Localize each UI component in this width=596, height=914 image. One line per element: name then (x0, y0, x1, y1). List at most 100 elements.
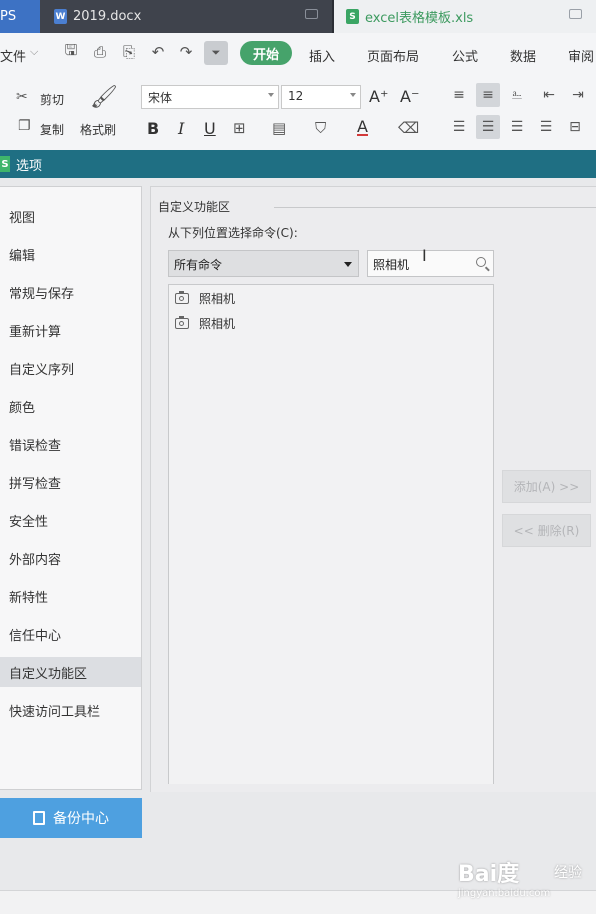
choose-commands-label: 从下列位置选择命令(C): (168, 226, 298, 240)
ribbon: ✂ 剪切 ❐ 复制 🖌 格式刷 宋体 12 A⁺ A⁻ B I U ⊞ ▤ ⛉ … (0, 73, 596, 151)
sheet-icon: S (346, 9, 359, 24)
nav-item-view[interactable]: 视图 (0, 201, 141, 231)
save-icon[interactable]: 🖫 (62, 41, 80, 61)
camera-icon (175, 315, 189, 329)
shrink-font-button[interactable]: A⁻ (400, 87, 419, 106)
fill-pattern-icon[interactable]: ▤ (272, 119, 286, 137)
font-name-select[interactable]: 宋体 (141, 85, 279, 109)
group-divider (274, 207, 596, 208)
nav-item-quick-access-toolbar[interactable]: 快速访问工具栏 (0, 695, 141, 725)
indent-increase-icon[interactable]: ⇥ (566, 83, 590, 107)
scissors-icon[interactable]: ✂ (16, 89, 28, 105)
nav-item-customize-ribbon[interactable]: 自定义功能区 (0, 657, 141, 687)
monitor-icon[interactable] (569, 9, 582, 19)
tab-wps[interactable]: PS (0, 0, 40, 33)
nav-item-trust-center[interactable]: 信任中心 (0, 619, 141, 649)
border-icon[interactable]: ⊞ (233, 119, 246, 137)
align-bottom-icon[interactable]: ⎁ (505, 83, 529, 107)
command-search-input[interactable]: 照相机 (367, 250, 494, 277)
nav-item-recalc[interactable]: 重新计算 (0, 315, 141, 345)
nav-item-security[interactable]: 安全性 (0, 505, 141, 535)
menu-data[interactable]: 数据 (510, 46, 536, 65)
menu-file[interactable]: 文件 (0, 46, 26, 65)
tab-doc-label: 2019.docx (73, 9, 142, 24)
watermark-sub: 经验 (554, 865, 582, 881)
word-icon: W (54, 9, 67, 24)
menu-page-layout[interactable]: 页面布局 (367, 46, 419, 65)
italic-button[interactable]: I (178, 119, 184, 138)
tab-excel-template[interactable]: S excel表格模板.xls (334, 0, 596, 33)
font-size-select[interactable]: 12 (281, 85, 361, 109)
copy-icon[interactable]: ❐ (18, 118, 31, 134)
list-item[interactable]: 照相机 (175, 288, 235, 308)
search-icon[interactable] (476, 257, 486, 267)
print-icon[interactable]: ⎙ (91, 43, 109, 61)
more-dropdown-icon[interactable]: ⏷ (204, 41, 228, 65)
nav-item-new-features[interactable]: 新特性 (0, 581, 141, 611)
command-source-value: 所有命令 (174, 258, 223, 272)
nav-item-custom-list[interactable]: 自定义序列 (0, 353, 141, 383)
nav-item-general-save[interactable]: 常规与保存 (0, 277, 141, 307)
align-top-icon[interactable]: ≡ (447, 83, 471, 107)
watermark-brand: Bai度 (458, 862, 520, 887)
list-item[interactable]: 照相机 (175, 313, 235, 333)
chevron-down-icon (268, 93, 274, 97)
document-tab-bar: PS W 2019.docx S excel表格模板.xls (0, 0, 596, 33)
text-cursor-icon: Ⅰ (422, 246, 427, 265)
font-size-value: 12 (288, 89, 304, 103)
align-middle-icon[interactable]: ≡ (476, 83, 500, 107)
format-painter-button[interactable]: 格式刷 (80, 121, 116, 138)
backup-center-button[interactable]: 备份中心 (0, 798, 142, 838)
align-right-icon[interactable]: ☰ (505, 115, 529, 139)
options-dialog-body: 视图 编辑 常规与保存 重新计算 自定义序列 颜色 错误检查 拼写检查 安全性 … (0, 178, 596, 914)
menu-start[interactable]: 开始 (240, 41, 292, 65)
chevron-down-icon (350, 93, 356, 97)
preview-icon[interactable]: ⎘ (120, 43, 138, 61)
justify-icon[interactable]: ☰ (534, 115, 558, 139)
backup-icon (33, 811, 45, 825)
baidu-jingyan-watermark: Bai度 经验 jingyan.baidu.com (456, 850, 596, 910)
list-item-label: 照相机 (199, 291, 236, 306)
chevron-down-icon[interactable]: ⌵ (30, 45, 38, 59)
nav-item-spell-check[interactable]: 拼写检查 (0, 467, 141, 497)
underline-button[interactable]: U (204, 119, 216, 138)
group-title: 自定义功能区 (158, 198, 235, 215)
font-color-icon[interactable]: A (357, 119, 368, 136)
monitor-icon[interactable] (305, 9, 318, 19)
nav-item-edit[interactable]: 编辑 (0, 239, 141, 269)
menu-formula[interactable]: 公式 (452, 46, 478, 65)
options-nav: 视图 编辑 常规与保存 重新计算 自定义序列 颜色 错误检查 拼写检查 安全性 … (0, 186, 142, 790)
grow-font-button[interactable]: A⁺ (369, 87, 388, 106)
nav-item-color[interactable]: 颜色 (0, 391, 141, 421)
nav-item-error-check[interactable]: 错误检查 (0, 429, 141, 459)
fill-color-icon[interactable]: ⛉ (315, 119, 326, 137)
copy-button[interactable]: 复制 (40, 121, 64, 138)
bold-button[interactable]: B (147, 119, 159, 138)
menu-bar: 文件 ⌵ 🖫 ⎙ ⎘ ↶ ↷ ⏷ 开始 插入 页面布局 公式 数据 审阅 (0, 33, 596, 73)
command-source-select[interactable]: 所有命令 (168, 250, 359, 277)
distribute-icon[interactable]: ⊟ (563, 115, 587, 139)
camera-icon (175, 290, 189, 304)
search-value: 照相机 (373, 258, 410, 272)
align-left-icon[interactable]: ☰ (447, 115, 471, 139)
chevron-down-icon (344, 262, 352, 267)
menu-review[interactable]: 审阅 (568, 46, 594, 65)
nav-item-external-content[interactable]: 外部内容 (0, 543, 141, 573)
cut-button[interactable]: 剪切 (40, 91, 64, 108)
align-center-icon[interactable]: ☰ (476, 115, 500, 139)
redo-icon[interactable]: ↷ (177, 43, 195, 61)
format-painter-icon[interactable]: 🖌 (90, 85, 118, 110)
command-list[interactable]: 照相机 照相机 (168, 284, 494, 784)
menu-insert[interactable]: 插入 (309, 46, 335, 65)
eraser-icon[interactable]: ⌫ (398, 119, 419, 137)
list-item-label: 照相机 (199, 316, 236, 331)
tab-2019-docx[interactable]: W 2019.docx (40, 0, 332, 33)
indent-decrease-icon[interactable]: ⇤ (537, 83, 561, 107)
backup-center-label: 备份中心 (53, 811, 109, 827)
remove-button[interactable]: << 删除(R) (502, 514, 591, 547)
tab-wps-label: PS (0, 9, 17, 24)
add-button[interactable]: 添加(A) >> (502, 470, 591, 503)
undo-icon[interactable]: ↶ (149, 43, 167, 61)
options-dialog-titlebar[interactable]: S 选项 (0, 150, 596, 178)
watermark-url: jingyan.baidu.com (458, 888, 551, 899)
